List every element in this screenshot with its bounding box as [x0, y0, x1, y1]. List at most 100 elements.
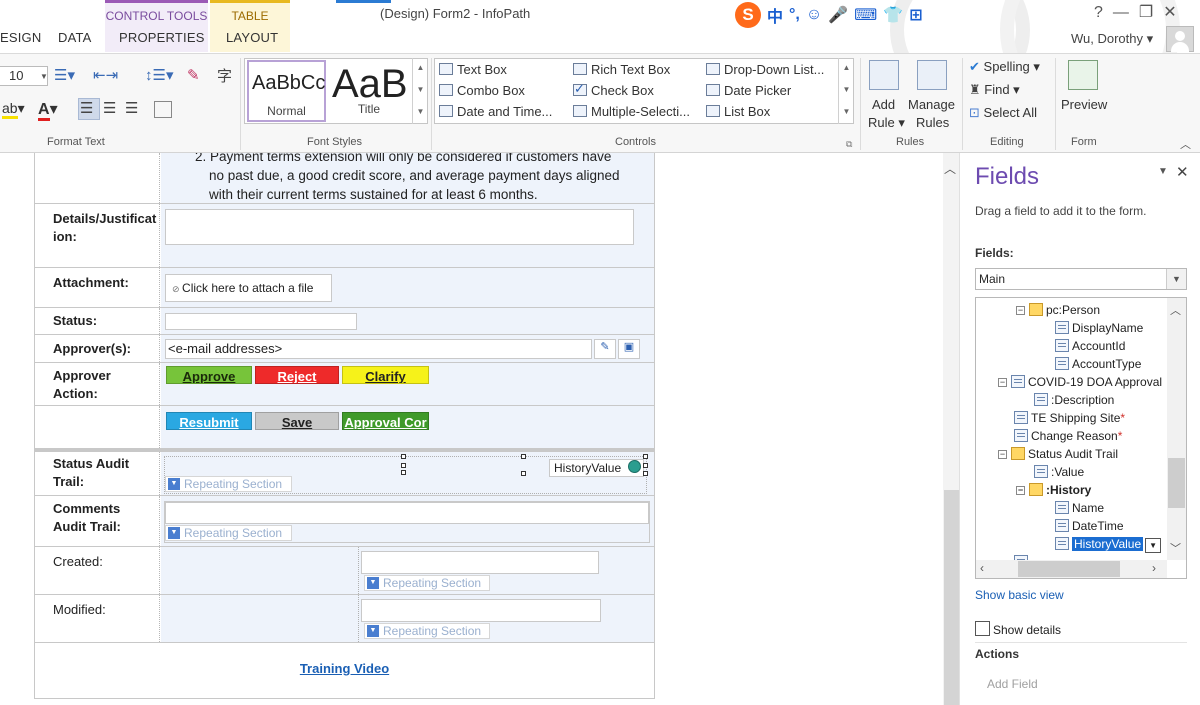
scroll-up-icon[interactable]: ︿	[944, 160, 956, 177]
resize-handle[interactable]	[521, 471, 526, 476]
control-check-box[interactable]: Check Box	[573, 81, 654, 98]
gallery-scroll-down-icon[interactable]: ▼	[412, 80, 428, 102]
style-title[interactable]: AaB Title	[330, 60, 408, 122]
close-icon[interactable]: ✕	[1163, 4, 1186, 21]
created-field[interactable]	[361, 551, 599, 574]
tree-node[interactable]: AccountId	[1055, 338, 1125, 354]
tree-node[interactable]: − pc:Person	[1016, 302, 1100, 318]
save-button[interactable]: Save	[255, 412, 339, 430]
collapse-ribbon-icon[interactable]: ︿	[1180, 136, 1191, 152]
tree-scroll-left-icon[interactable]: ‹	[980, 561, 984, 575]
tree-node[interactable]: DateTime	[1055, 518, 1124, 534]
clarify-button[interactable]: Clarify	[342, 366, 429, 384]
tree-node[interactable]: :Description	[1034, 392, 1114, 408]
address-book-icon[interactable]: ✎	[594, 339, 616, 359]
microphone-icon[interactable]: 🎤	[828, 5, 848, 25]
control-date-time[interactable]: Date and Time...	[439, 104, 552, 119]
control-text-box[interactable]: Text Box	[439, 62, 507, 77]
minimize-icon[interactable]: —	[1113, 4, 1139, 21]
preview-button[interactable]: Preview	[1061, 97, 1107, 112]
punctuation-icon[interactable]: °,	[789, 6, 800, 24]
tree-node[interactable]: TE Shipping Site*	[1014, 410, 1125, 426]
spelling-button[interactable]: ✔ Spelling ▾	[969, 59, 1040, 75]
tab-layout[interactable]: LAYOUT	[226, 30, 278, 45]
clear-format-icon[interactable]: ✎	[187, 66, 200, 84]
tree-node[interactable]: − COVID-19 DOA Approval	[998, 374, 1162, 390]
help-icon[interactable]: ?	[1094, 4, 1113, 21]
control-multiple-selection[interactable]: Multiple-Selecti...	[573, 104, 690, 119]
font-color-icon[interactable]: A▾	[38, 99, 58, 121]
tree-node[interactable]: :Value	[1034, 464, 1084, 480]
restore-icon[interactable]: ❐	[1139, 4, 1163, 21]
control-combo-box[interactable]: Combo Box	[439, 83, 525, 98]
indent-icons[interactable]: ⇤⇥	[93, 66, 118, 84]
tree-node[interactable]: − Status Audit Trail	[998, 446, 1118, 462]
preview-icon[interactable]	[1068, 60, 1098, 90]
collapse-icon[interactable]: −	[998, 450, 1007, 459]
tree-node[interactable]: AccountType	[1055, 356, 1141, 372]
approval-cor-button[interactable]: Approval Cor	[342, 412, 429, 430]
manage-rules-button[interactable]: Manage	[908, 97, 955, 112]
show-details-checkbox[interactable]	[975, 621, 990, 636]
toolbox-icon[interactable]: ⊞	[909, 5, 922, 25]
repeating-section-tag[interactable]: Repeating Section	[364, 575, 490, 591]
details-field[interactable]	[165, 209, 634, 245]
status-field[interactable]	[165, 313, 357, 330]
resize-handle[interactable]	[643, 454, 648, 459]
controls-scroll-up-icon[interactable]: ▲	[838, 58, 854, 80]
node-dropdown-icon[interactable]: ▼	[1145, 538, 1162, 553]
pane-close-icon[interactable]: ✕	[1176, 163, 1189, 181]
canvas-scrollbar-thumb[interactable]	[944, 490, 959, 705]
keyboard-icon[interactable]: ⌨	[854, 5, 877, 25]
repeating-section-tag[interactable]: Repeating Section	[165, 476, 292, 492]
control-rich-text-box[interactable]: Rich Text Box	[573, 62, 670, 77]
align-center-icon[interactable]: ☰	[103, 99, 116, 117]
add-rule-button-line2[interactable]: Rule ▾	[868, 115, 905, 131]
emoji-icon[interactable]: ☺	[806, 6, 822, 24]
add-field-link[interactable]: Add Field	[987, 677, 1038, 691]
resize-handle[interactable]	[401, 470, 406, 475]
chevron-down-icon[interactable]: ▼	[1166, 269, 1186, 289]
style-normal[interactable]: AaBbCc Normal	[247, 60, 326, 122]
data-source-select[interactable]: Main ▼	[975, 268, 1187, 290]
tree-scroll-down-icon[interactable]: ﹀	[1170, 540, 1181, 556]
sogou-logo-icon[interactable]: S	[735, 2, 761, 28]
comments-audit-field[interactable]	[165, 502, 649, 524]
tree-node[interactable]: Name	[1055, 500, 1104, 516]
tree-scroll-up-icon[interactable]: ︿	[1170, 302, 1181, 318]
align-right-icon[interactable]: ☰	[125, 99, 138, 117]
approvers-field[interactable]: <e-mail addresses>	[165, 339, 592, 359]
bullets-icon[interactable]: ☰▾	[54, 66, 75, 84]
control-date-picker[interactable]: Date Picker	[706, 83, 791, 98]
resize-handle[interactable]	[643, 463, 648, 468]
collapse-icon[interactable]: −	[1016, 306, 1025, 315]
tree-hscrollbar-thumb[interactable]	[1018, 561, 1120, 577]
reject-button[interactable]: Reject	[255, 366, 339, 384]
add-rule-icon[interactable]	[869, 60, 899, 90]
repeating-section-tag[interactable]: Repeating Section	[165, 525, 292, 541]
skin-icon[interactable]: 👕	[883, 5, 903, 25]
resize-handle[interactable]	[401, 463, 406, 468]
collapse-icon[interactable]: −	[1016, 486, 1025, 495]
tree-scroll-right-icon[interactable]: ›	[1152, 561, 1156, 575]
tree-node[interactable]: Change Reason*	[1014, 428, 1122, 444]
tree-node[interactable]: DisplayName	[1055, 320, 1143, 336]
character-format-icon[interactable]: 字	[217, 65, 232, 86]
resize-handle[interactable]	[521, 454, 526, 459]
find-button[interactable]: ♜ Find ▾	[969, 82, 1020, 98]
tree-node[interactable]: −:History	[1016, 482, 1091, 498]
training-video-link[interactable]: Training Video	[35, 661, 654, 676]
repeating-section-tag[interactable]: Repeating Section	[364, 623, 490, 639]
controls-scroll-down-icon[interactable]: ▼	[838, 80, 854, 102]
tab-data[interactable]: DATA	[58, 30, 92, 45]
tab-properties[interactable]: PROPERTIES	[119, 30, 205, 45]
modified-field[interactable]	[361, 599, 601, 622]
chinese-mode-icon[interactable]: 中	[767, 3, 783, 27]
line-spacing-icon[interactable]: ↕☰▾	[145, 66, 173, 84]
control-drop-down-list[interactable]: Drop-Down List...	[706, 62, 824, 77]
attachment-field[interactable]: ⊘ Click here to attach a file	[165, 274, 332, 302]
account-name[interactable]: Wu, Dorothy ▾	[1071, 31, 1153, 47]
gallery-scroll-up-icon[interactable]: ▲	[412, 58, 428, 80]
resize-handle[interactable]	[643, 471, 648, 476]
gallery-more-icon[interactable]: ▼	[412, 102, 428, 124]
